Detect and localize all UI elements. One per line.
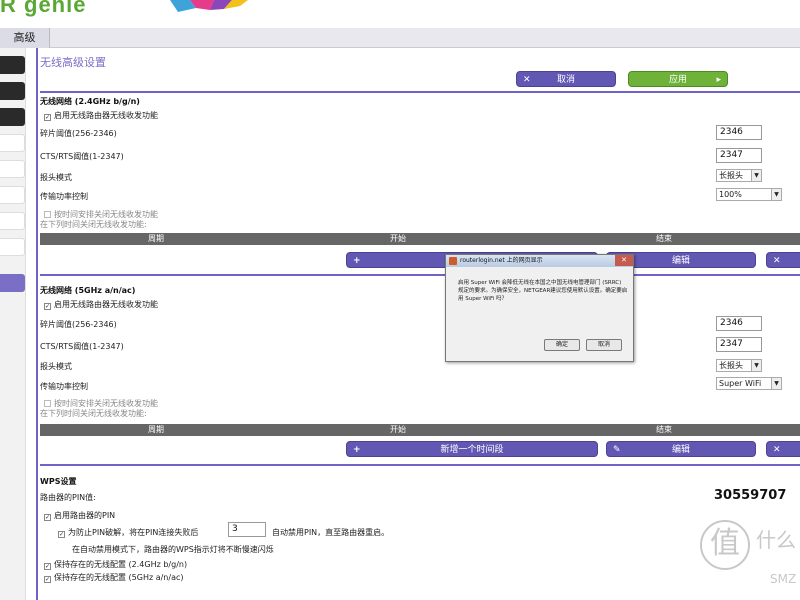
col-end: 结束 — [656, 234, 672, 243]
close-icon[interactable]: ✕ — [615, 255, 633, 266]
sidebar-item[interactable] — [0, 160, 25, 178]
checkbox[interactable] — [44, 211, 51, 218]
band24-cts-input[interactable]: 2347 — [716, 148, 762, 163]
wps-protect-input[interactable]: 3 — [228, 522, 266, 537]
x-icon: ✕ — [773, 445, 781, 455]
band5-enable-radio[interactable]: 启用无线路由器无线收发功能 — [44, 299, 158, 310]
band24-schedule-note: 在下列时间关闭无线收发功能: — [40, 220, 147, 229]
divider — [40, 91, 800, 93]
sidebar-item[interactable] — [0, 238, 25, 256]
checkbox[interactable] — [58, 531, 65, 538]
content-left-border — [36, 48, 38, 600]
checkbox[interactable] — [44, 563, 51, 570]
wps-pin-label: 路由器的PIN值: — [40, 493, 96, 502]
dialog-titlebar: routerlogin.net 上的网页显示 ✕ — [446, 255, 633, 267]
chevron-down-icon: ▼ — [751, 170, 761, 181]
checkbox[interactable] — [44, 303, 51, 310]
band5-frag-label: 碎片阈值(256-2346) — [40, 320, 117, 329]
watermark-text: 什么 — [756, 528, 796, 552]
wps-keep-5[interactable]: 保持存在的无线配置 (5GHz a/n/ac) — [44, 572, 184, 583]
plus-icon: + — [353, 445, 361, 455]
band24-preamble-select[interactable]: 长报头 ▼ — [716, 169, 762, 182]
chevron-down-icon: ▼ — [771, 189, 781, 200]
band5-power-select[interactable]: Super WiFi ▼ — [716, 377, 782, 390]
wps-pin-value: 30559707 — [714, 488, 787, 503]
dialog-ok-button[interactable]: 确定 — [544, 339, 580, 351]
checkbox[interactable] — [44, 400, 51, 407]
page-root: R genie 高级 无线高级设置 ✕ 取消 应用 ▸ 无线网络 (2.4GHz… — [0, 0, 800, 600]
sidebar-item[interactable] — [0, 186, 25, 204]
band24-cts-label: CTS/RTS阈值(1-2347) — [40, 152, 124, 161]
wps-protect-row: 为防止PIN破解，将在PIN连接失败后 — [58, 527, 198, 538]
wps-keep-24[interactable]: 保持存在的无线配置 (2.4GHz b/g/n) — [44, 559, 187, 570]
sidebar — [0, 48, 26, 600]
band24-power-label: 传输功率控制 — [40, 192, 88, 201]
wps-heading: WPS设置 — [40, 477, 77, 486]
apply-button[interactable]: 应用 ▸ — [628, 71, 728, 87]
x-icon: ✕ — [773, 256, 781, 266]
band24-delete-button[interactable]: ✕ — [766, 252, 800, 268]
browser-icon — [449, 257, 457, 265]
sidebar-item[interactable] — [0, 212, 25, 230]
logo-cube-icon — [170, 0, 248, 12]
header: R genie — [0, 0, 800, 28]
dialog-cancel-button[interactable]: 取消 — [586, 339, 622, 351]
wps-enable-pin[interactable]: 启用路由器的PIN — [44, 510, 115, 521]
watermark-subtext: SMZ — [770, 572, 797, 586]
tab-bar: 高级 — [0, 28, 800, 48]
band24-frag-input[interactable]: 2346 — [716, 125, 762, 140]
watermark-seal: 值 — [700, 520, 750, 570]
col-start: 开始 — [390, 234, 406, 243]
sidebar-item[interactable] — [0, 134, 25, 152]
sidebar-item[interactable] — [0, 56, 25, 74]
band5-cts-label: CTS/RTS阈值(1-2347) — [40, 342, 124, 351]
band5-preamble-label: 报头模式 — [40, 362, 72, 371]
checkbox[interactable] — [44, 514, 51, 521]
col-end: 结束 — [656, 425, 672, 434]
band5-schedule-note: 在下列时间关闭无线收发功能: — [40, 409, 147, 418]
col-period: 周期 — [148, 425, 164, 434]
arrow-right-icon: ▸ — [716, 75, 721, 85]
pencil-icon: ✎ — [613, 445, 621, 455]
band5-edit-button[interactable]: ✎ 编辑 — [606, 441, 756, 457]
cancel-button[interactable]: ✕ 取消 — [516, 71, 616, 87]
plus-icon: + — [353, 256, 361, 266]
checkbox[interactable] — [44, 576, 51, 583]
band5-heading: 无线网络 (5GHz a/n/ac) — [40, 286, 136, 295]
chevron-down-icon: ▼ — [771, 378, 781, 389]
super-wifi-dialog: routerlogin.net 上的网页显示 ✕ 启用 Super WiFi 会… — [445, 254, 634, 362]
col-period: 周期 — [148, 234, 164, 243]
band24-frag-label: 碎片阈值(256-2346) — [40, 129, 117, 138]
divider — [40, 464, 800, 466]
band5-add-period-button[interactable]: + 新增一个时间段 — [346, 441, 598, 457]
divider — [40, 274, 800, 276]
dialog-message: 启用 Super WiFi 会降低无线在本国之中国无线电管理部门 (SRRC) … — [458, 280, 628, 302]
band5-schedule-table-header: 周期 开始 结束 — [40, 424, 800, 436]
wps-protect-note: 在自动禁用模式下，路由器的WPS指示灯将不断慢速闪烁 — [72, 545, 274, 554]
sidebar-item-active[interactable] — [0, 274, 25, 292]
col-start: 开始 — [390, 425, 406, 434]
band24-heading: 无线网络 (2.4GHz b/g/n) — [40, 97, 140, 106]
sidebar-item[interactable] — [0, 82, 25, 100]
chevron-down-icon: ▼ — [751, 360, 761, 371]
band24-preamble-label: 报头模式 — [40, 173, 72, 182]
tab-advanced[interactable]: 高级 — [0, 28, 50, 48]
band24-power-select[interactable]: 100% ▼ — [716, 188, 782, 201]
band5-cts-input[interactable]: 2347 — [716, 337, 762, 352]
wps-protect-text-2: 自动禁用PIN，直至路由器重启。 — [272, 528, 390, 537]
band24-enable-radio[interactable]: 启用无线路由器无线收发功能 — [44, 110, 158, 121]
dialog-title: routerlogin.net 上的网页显示 — [460, 257, 543, 264]
band5-delete-button[interactable]: ✕ — [766, 441, 800, 457]
band5-power-label: 传输功率控制 — [40, 382, 88, 391]
x-icon: ✕ — [523, 75, 531, 85]
band5-preamble-select[interactable]: 长报头 ▼ — [716, 359, 762, 372]
sidebar-item[interactable] — [0, 108, 25, 126]
logo-text: R genie — [0, 0, 87, 17]
band24-schedule-table-header: 周期 开始 结束 — [40, 233, 800, 245]
page-title: 无线高级设置 — [40, 56, 106, 69]
band5-frag-input[interactable]: 2346 — [716, 316, 762, 331]
checkbox[interactable] — [44, 114, 51, 121]
